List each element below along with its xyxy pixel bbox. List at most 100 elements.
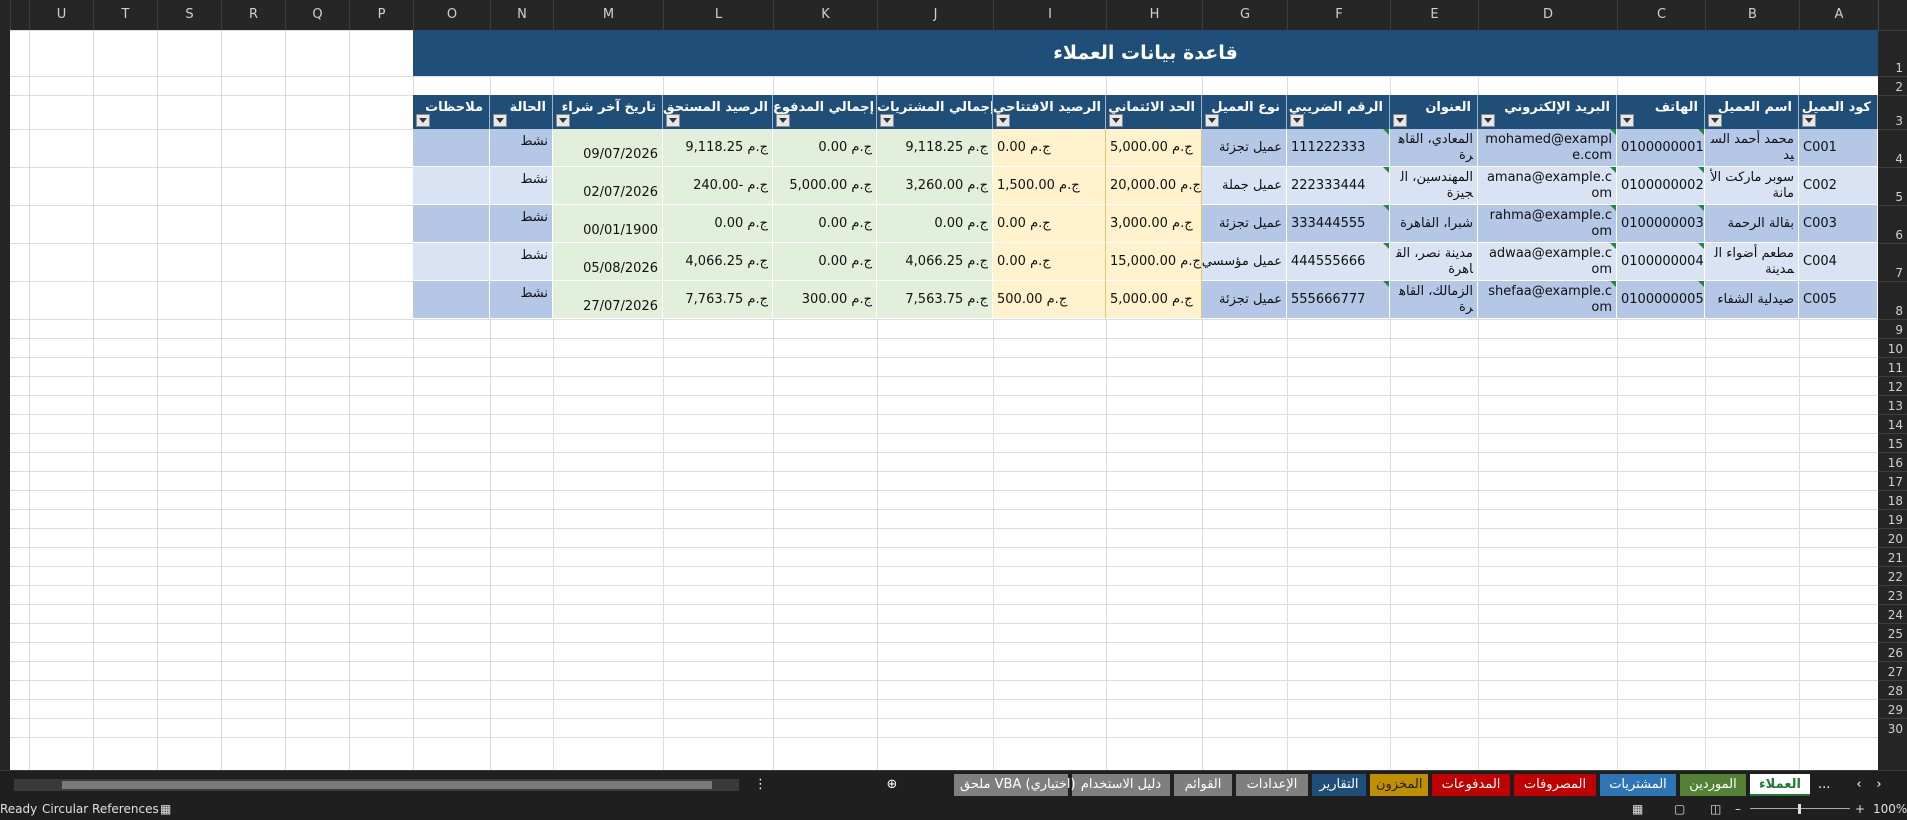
row-header-3[interactable]: 3: [1878, 95, 1907, 129]
cell-k6[interactable]: ج.م 0.00: [773, 205, 877, 243]
cell-h4[interactable]: ج.م 5,000.00: [1106, 129, 1202, 167]
column-header-e[interactable]: E: [1390, 0, 1478, 30]
cell-b6[interactable]: بقالة الرحمة: [1705, 205, 1799, 243]
row-header-11[interactable]: 11: [1878, 357, 1907, 376]
circular-references-status[interactable]: Circular References: [42, 798, 159, 820]
cell-j8[interactable]: ج.م 7,563.75: [877, 281, 993, 319]
sheet-tab-2[interactable]: الموردين: [1680, 774, 1746, 796]
column-header-k[interactable]: K: [773, 0, 877, 30]
cell-g5[interactable]: عميل جملة: [1202, 167, 1287, 205]
add-sheet-icon[interactable]: ⊕: [880, 774, 904, 796]
cell-a8[interactable]: C005: [1799, 281, 1878, 319]
row-header-21[interactable]: 21: [1878, 547, 1907, 566]
cell-f5[interactable]: 222333444: [1287, 167, 1390, 205]
header-f[interactable]: الرقم الضريبي: [1287, 95, 1390, 129]
header-l[interactable]: الرصيد المستحق: [663, 95, 773, 129]
filter-dropdown-button[interactable]: [996, 114, 1010, 127]
cell-f4[interactable]: 111222333: [1287, 129, 1390, 167]
row-header-8[interactable]: 8: [1878, 281, 1907, 319]
cell-e7[interactable]: مدينة نصر، القاهرة: [1390, 243, 1478, 281]
spreadsheet-sheet[interactable]: ABCDEFGHIJKLMNOPQRSTU 1 2 3 4 5 6 7 8 9 10 11 12 13 1…: [0, 0, 1907, 770]
row-header-1[interactable]: 1: [1878, 30, 1907, 76]
cell-h5[interactable]: ج.م 20,000.00: [1106, 167, 1202, 205]
column-header-d[interactable]: D: [1478, 0, 1617, 30]
cell-f8[interactable]: 555666777: [1287, 281, 1390, 319]
row-header-14[interactable]: 14: [1878, 414, 1907, 433]
cell-k7[interactable]: ج.م 0.00: [773, 243, 877, 281]
cell-l6[interactable]: ج.م 0.00: [663, 205, 773, 243]
filter-dropdown-button[interactable]: [1620, 114, 1634, 127]
filter-dropdown-button[interactable]: [1481, 114, 1495, 127]
page-break-view-icon[interactable]: ◫: [1710, 798, 1721, 820]
cell-l7[interactable]: ج.م 4,066.25: [663, 243, 773, 281]
header-m[interactable]: تاريخ آخر شراء: [553, 95, 663, 129]
filter-dropdown-button[interactable]: [1290, 114, 1304, 127]
cell-m7[interactable]: 05/08/2026: [553, 243, 663, 281]
filter-dropdown-button[interactable]: [556, 114, 570, 127]
header-c[interactable]: الهاتف: [1617, 95, 1705, 129]
cell-d5[interactable]: amana@example.com: [1478, 167, 1617, 205]
header-j[interactable]: إجمالي المشتريات: [877, 95, 993, 129]
cell-d4[interactable]: mohamed@example.com: [1478, 129, 1617, 167]
cell-grid[interactable]: قاعدة بيانات العملاء كود العميل اسم العميل…: [10, 30, 1878, 770]
row-header-18[interactable]: 18: [1878, 490, 1907, 509]
zoom-in-button[interactable]: +: [1855, 798, 1865, 820]
cell-a4[interactable]: C001: [1799, 129, 1878, 167]
cell-e5[interactable]: المهندسين، الجيزة: [1390, 167, 1478, 205]
cell-l5[interactable]: ج.م -240.00: [663, 167, 773, 205]
column-header-q[interactable]: Q: [285, 0, 349, 30]
row-header-17[interactable]: 17: [1878, 471, 1907, 490]
cell-l8[interactable]: ج.م 7,763.75: [663, 281, 773, 319]
cell-o4[interactable]: [413, 129, 490, 167]
cell-h6[interactable]: ج.م 3,000.00: [1106, 205, 1202, 243]
cell-b7[interactable]: مطعم أضواء المدينة: [1705, 243, 1799, 281]
cell-m6[interactable]: 00/01/1900: [553, 205, 663, 243]
row-header-6[interactable]: 6: [1878, 205, 1907, 243]
row-header-5[interactable]: 5: [1878, 167, 1907, 205]
cell-g8[interactable]: عميل تجزئة: [1202, 281, 1287, 319]
cell-o7[interactable]: [413, 243, 490, 281]
cell-n4[interactable]: نشط: [490, 129, 553, 167]
cell-m8[interactable]: 27/07/2026: [553, 281, 663, 319]
header-e[interactable]: العنوان: [1390, 95, 1478, 129]
cell-m5[interactable]: 02/07/2026: [553, 167, 663, 205]
column-header-l[interactable]: L: [663, 0, 773, 30]
cell-b5[interactable]: سوبر ماركت الأمانة: [1705, 167, 1799, 205]
header-a[interactable]: كود العميل: [1799, 95, 1878, 129]
sheet-tab-0[interactable]: ...: [1812, 774, 1830, 796]
zoom-level[interactable]: 100%: [1873, 798, 1907, 820]
column-header-h[interactable]: H: [1106, 0, 1202, 30]
sheet-tab-6[interactable]: المخزون: [1370, 774, 1428, 796]
row-header-16[interactable]: 16: [1878, 452, 1907, 471]
cell-e6[interactable]: شبرا، القاهرة: [1390, 205, 1478, 243]
filter-dropdown-button[interactable]: [1109, 114, 1123, 127]
cell-h8[interactable]: ج.م 5,000.00: [1106, 281, 1202, 319]
column-header-s[interactable]: S: [157, 0, 221, 30]
cell-e4[interactable]: المعادي، القاهرة: [1390, 129, 1478, 167]
row-header-28[interactable]: 28: [1878, 680, 1907, 699]
row-header-15[interactable]: 15: [1878, 433, 1907, 452]
cell-c7[interactable]: 0100000004: [1617, 243, 1705, 281]
row-header-19[interactable]: 19: [1878, 509, 1907, 528]
row-header-26[interactable]: 26: [1878, 642, 1907, 661]
column-header-p[interactable]: P: [349, 0, 413, 30]
cell-n5[interactable]: نشط: [490, 167, 553, 205]
column-header-r[interactable]: R: [221, 0, 285, 30]
sheet-tab-1[interactable]: العملاء: [1750, 774, 1810, 796]
filter-dropdown-button[interactable]: [880, 114, 894, 127]
cell-g6[interactable]: عميل تجزئة: [1202, 205, 1287, 243]
row-header-23[interactable]: 23: [1878, 585, 1907, 604]
cell-e8[interactable]: الزمالك، القاهرة: [1390, 281, 1478, 319]
cell-c8[interactable]: 0100000005: [1617, 281, 1705, 319]
page-layout-icon[interactable]: ▢: [1674, 798, 1685, 820]
cell-f6[interactable]: 333444555: [1287, 205, 1390, 243]
sheet-tab-11[interactable]: ملحق VBA (اختياري): [954, 774, 1076, 796]
row-header-12[interactable]: 12: [1878, 376, 1907, 395]
cell-l4[interactable]: ج.م 9,118.25: [663, 129, 773, 167]
macro-record-icon[interactable]: ▦: [160, 798, 171, 820]
cell-b4[interactable]: محمد أحمد السيد: [1705, 129, 1799, 167]
filter-dropdown-button[interactable]: [1393, 114, 1407, 127]
cell-k5[interactable]: ج.م 5,000.00: [773, 167, 877, 205]
row-header-13[interactable]: 13: [1878, 395, 1907, 414]
row-header-9[interactable]: 9: [1878, 319, 1907, 338]
